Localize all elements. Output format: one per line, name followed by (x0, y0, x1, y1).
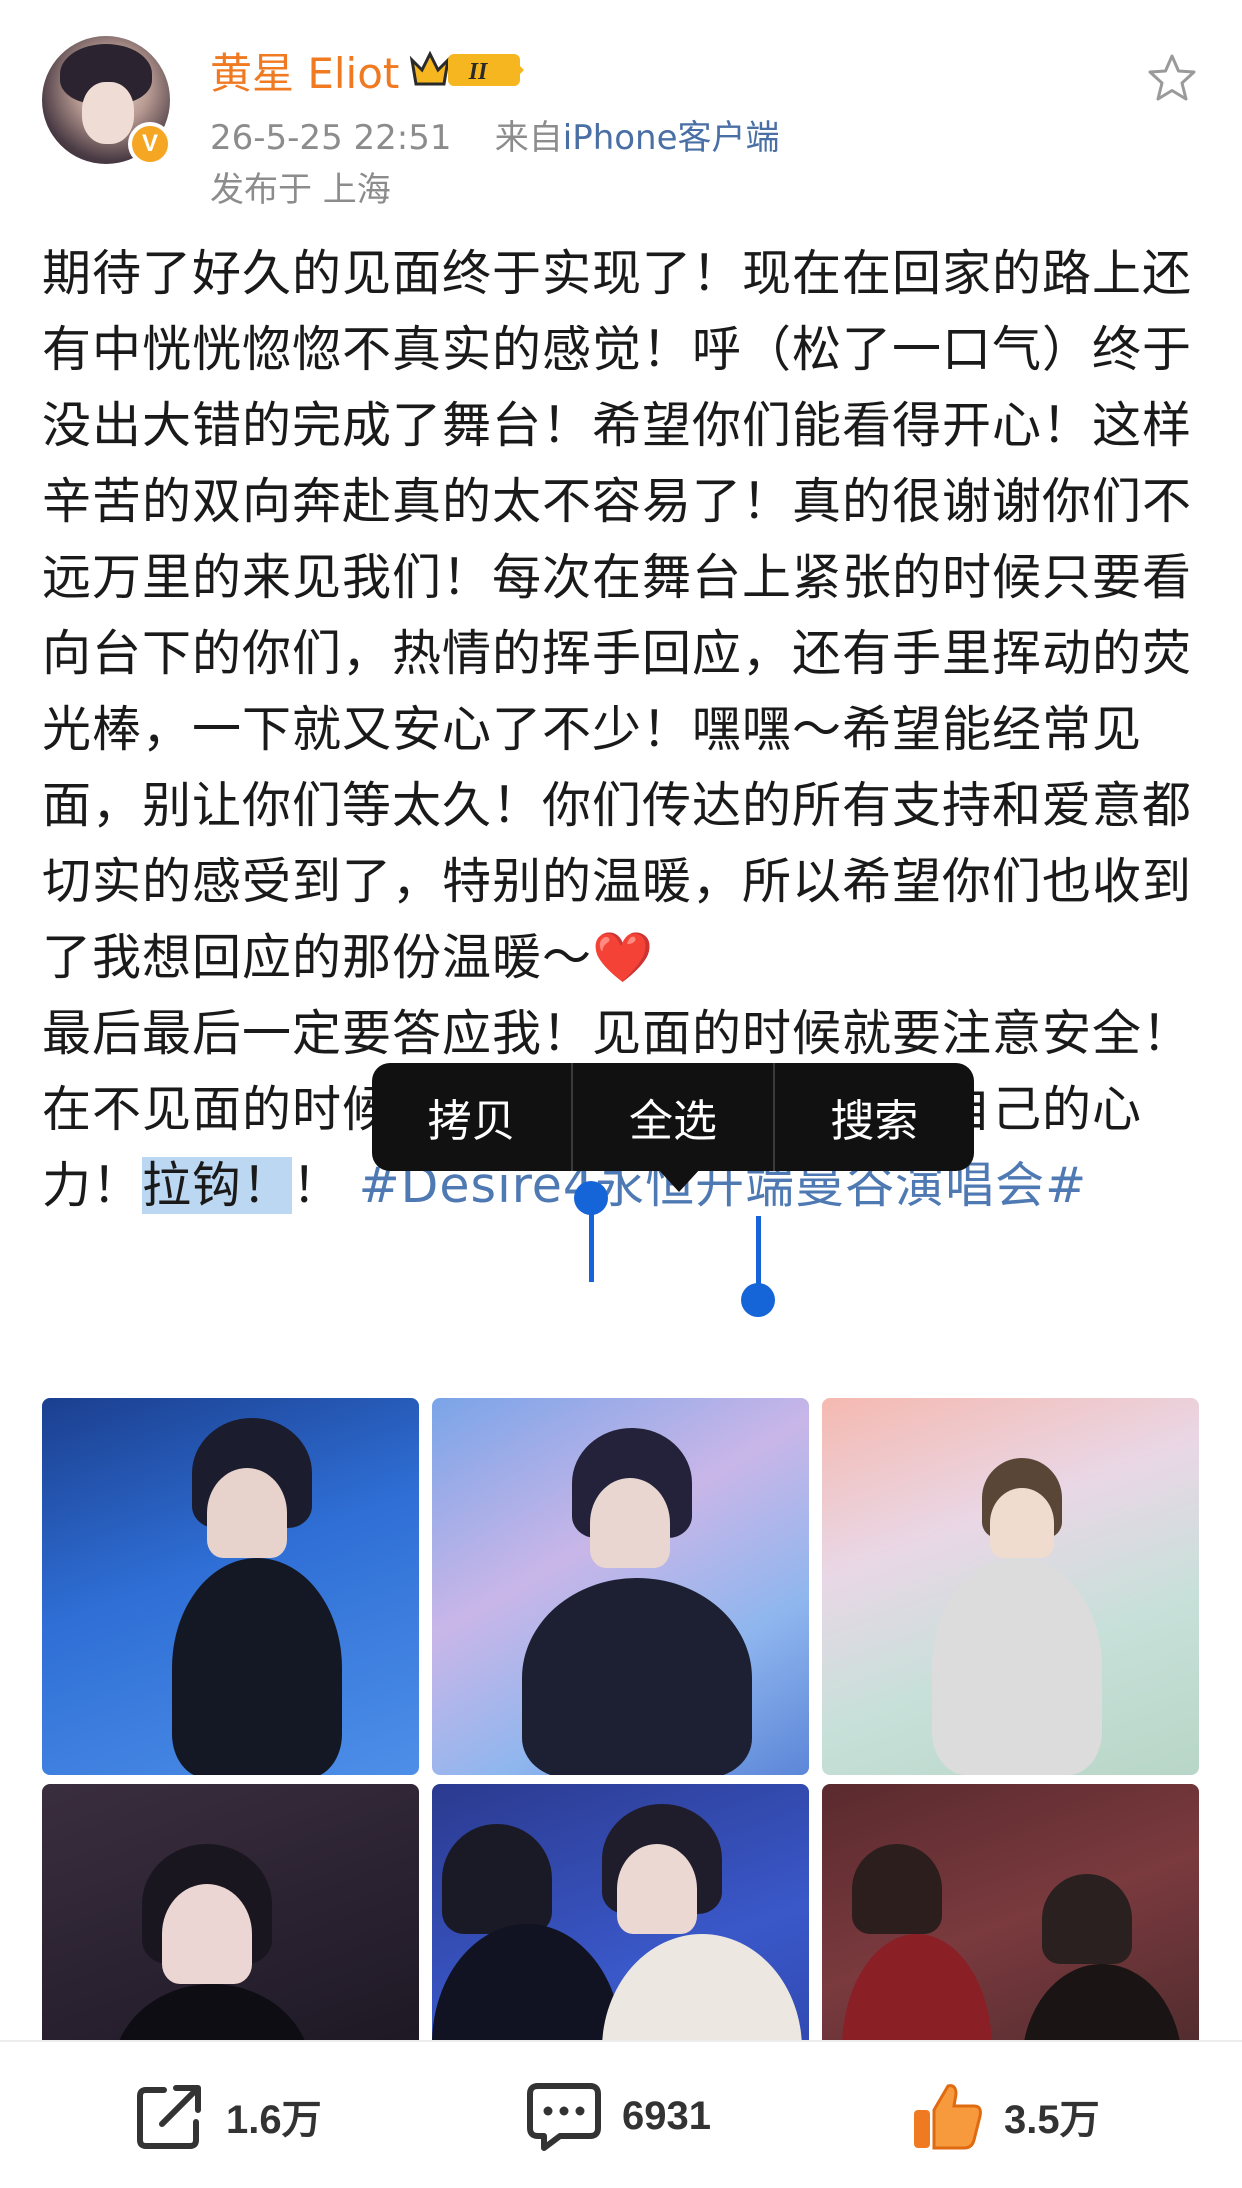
post-meta: 26-5-25 22:51 来自iPhone客户端 (210, 110, 780, 159)
comment-icon (527, 2083, 601, 2151)
copy-menu-item[interactable]: 拷贝 (372, 1063, 574, 1171)
thumbs-up-icon (914, 2084, 982, 2150)
action-bar: 1.6万 6931 3.5万 (0, 2040, 1242, 2188)
hidden-behind-menu-text: 要答应我！见 (342, 1005, 643, 1062)
selection-start-bar (589, 1210, 594, 1282)
share-button[interactable]: 1.6万 (132, 2042, 322, 2188)
rank-badge-label: II (468, 59, 489, 85)
star-outline-icon[interactable] (1146, 52, 1198, 104)
heart-emoji-icon: ❤️ (592, 929, 655, 986)
share-count: 1.6万 (226, 2098, 322, 2142)
username[interactable]: 黄星 Eliot (210, 40, 399, 101)
post-paragraph-1: 期待了好久的见面终于实现了！现在在回家的路上还有中恍恍惚惚不真实的感觉！呼（松了… (42, 245, 1193, 986)
select-all-menu-item[interactable]: 全选 (573, 1063, 775, 1171)
context-menu-arrow (657, 1168, 701, 1192)
selection-end-bar (756, 1216, 761, 1288)
crown-rank-badge-icon[interactable]: II (408, 46, 528, 92)
search-menu-item[interactable]: 搜索 (775, 1063, 974, 1171)
client-link[interactable]: iPhone客户端 (563, 118, 780, 158)
timestamp: 26-5-25 22:51 (210, 118, 452, 158)
source-prefix: 来自 (494, 118, 563, 158)
comment-button[interactable]: 6931 (524, 2042, 711, 2188)
comment-count: 6931 (622, 2093, 711, 2138)
photo-2[interactable] (432, 1398, 809, 1775)
post-header: V 黄星 Eliot II 26-5-25 22:51 来自iPhone客户端 … (0, 0, 1242, 230)
text-context-menu: 拷贝 全选 搜索 (372, 1063, 974, 1171)
like-button[interactable]: 3.5万 (910, 2042, 1100, 2188)
share-icon (137, 2085, 201, 2149)
photo-3[interactable] (822, 1398, 1199, 1775)
selected-text[interactable]: 拉钩！ (142, 1157, 293, 1214)
like-count: 3.5万 (1004, 2098, 1100, 2142)
verified-badge-icon: V (128, 122, 172, 166)
post-location: 发布于 上海 (210, 170, 391, 210)
selection-end-handle[interactable] (741, 1283, 775, 1317)
photo-1[interactable] (42, 1398, 419, 1775)
avatar-face (82, 82, 134, 144)
